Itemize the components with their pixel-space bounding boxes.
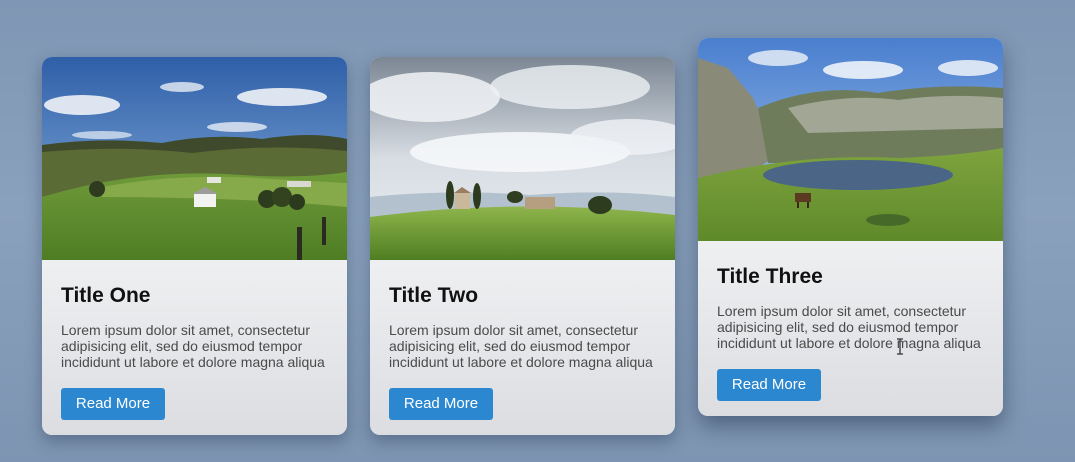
card-title: Title Three [717, 265, 823, 288]
card-text: Lorem ipsum dolor sit amet, consectetur … [61, 322, 325, 370]
card-text: Lorem ipsum dolor sit amet, consectetur … [389, 322, 653, 370]
mountain-lake-image [698, 38, 1003, 241]
card-two[interactable]: Title Two Lorem ipsum dolor sit amet, co… [370, 57, 675, 435]
card-title: Title Two [389, 284, 479, 307]
read-more-button[interactable]: Read More [717, 369, 821, 401]
card-three[interactable]: Title Three Lorem ipsum dolor sit amet, … [698, 38, 1003, 416]
card-title: Title One [61, 284, 151, 307]
card-text: Lorem ipsum dolor sit amet, consectetur … [717, 303, 981, 351]
tuscany-hill-image [370, 57, 675, 260]
card-body: Title One Lorem ipsum dolor sit amet, co… [42, 260, 347, 420]
read-more-button[interactable]: Read More [61, 388, 165, 420]
farm-landscape-image [42, 57, 347, 260]
card-one[interactable]: Title One Lorem ipsum dolor sit amet, co… [42, 57, 347, 435]
text-cursor-icon [897, 338, 903, 355]
card-body: Title Two Lorem ipsum dolor sit amet, co… [370, 260, 675, 420]
card-body: Title Three Lorem ipsum dolor sit amet, … [698, 241, 1003, 401]
read-more-button[interactable]: Read More [389, 388, 493, 420]
